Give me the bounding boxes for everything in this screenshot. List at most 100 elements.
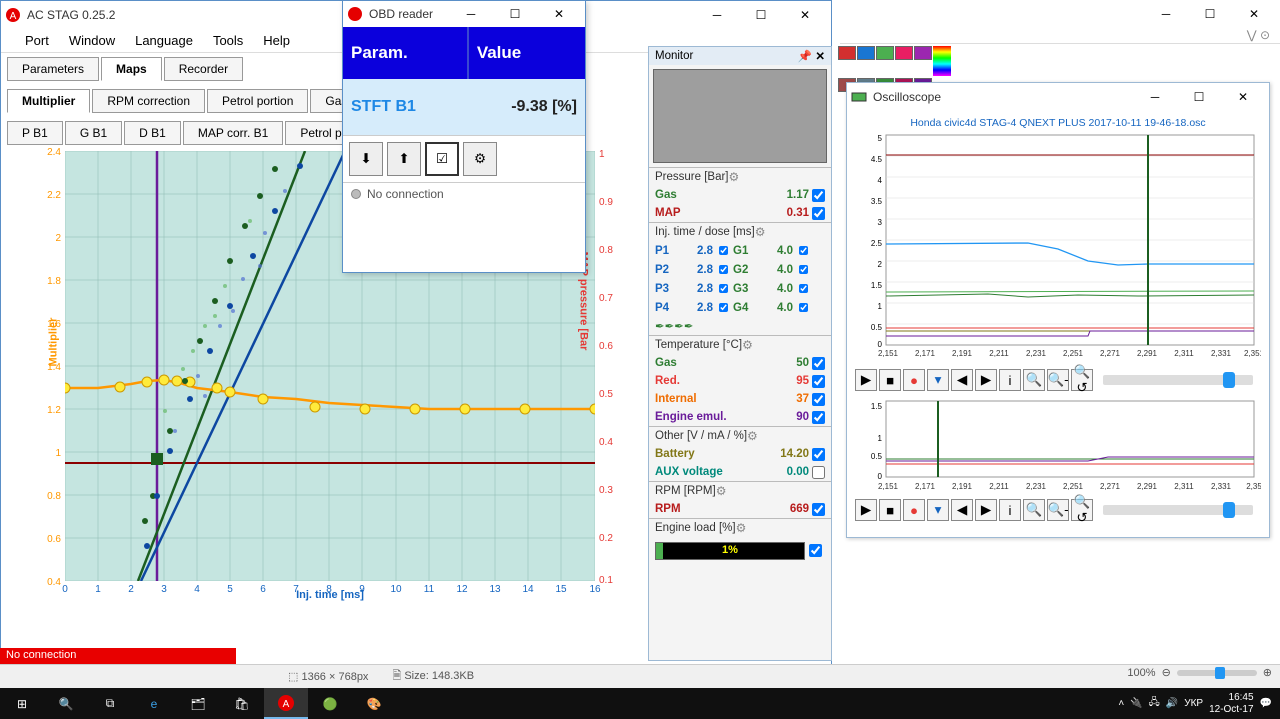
g2-check[interactable]: [799, 263, 808, 276]
gear-icon[interactable]: ⚙: [747, 429, 758, 443]
p2-check[interactable]: [719, 263, 728, 276]
g4-check[interactable]: [799, 301, 808, 314]
flag-icon[interactable]: ▾: [927, 499, 949, 521]
osc-slider-1[interactable]: [1103, 375, 1253, 385]
menu-window[interactable]: Window: [69, 33, 115, 48]
subtab-multiplier[interactable]: Multiplier: [7, 89, 90, 113]
main-max-icon[interactable]: ☐: [739, 1, 783, 29]
zoom-in-button[interactable]: ⊕: [1263, 666, 1272, 679]
start-button[interactable]: ⊞: [0, 688, 44, 719]
tab-recorder[interactable]: Recorder: [164, 57, 243, 81]
edge-icon[interactable]: e: [132, 688, 176, 719]
next-icon[interactable]: ▶: [975, 369, 997, 391]
menu-help[interactable]: Help: [263, 33, 290, 48]
subtab2-gb1[interactable]: G B1: [65, 121, 122, 145]
gear-icon[interactable]: ⚙: [729, 170, 740, 184]
paint-icon[interactable]: 🎨: [352, 688, 396, 719]
g3-check[interactable]: [799, 282, 808, 295]
taskview-icon[interactable]: ⧉: [88, 688, 132, 719]
tab-maps[interactable]: Maps: [101, 57, 162, 81]
tray-power-icon[interactable]: 🔌: [1130, 698, 1142, 709]
tray-up-icon[interactable]: ˄: [1118, 698, 1124, 709]
zoom-control[interactable]: 100% ⊖ ⊕: [1127, 666, 1272, 679]
tab-parameters[interactable]: Parameters: [7, 57, 99, 81]
info-icon[interactable]: i: [999, 369, 1021, 391]
prev-icon[interactable]: ◀: [951, 499, 973, 521]
osc-max-icon[interactable]: ☐: [1177, 83, 1221, 111]
store-icon[interactable]: 🛍: [220, 688, 264, 719]
pin-icon[interactable]: 📌: [798, 49, 812, 63]
osc-slider-2[interactable]: [1103, 505, 1253, 515]
play-icon[interactable]: ▶: [855, 369, 877, 391]
aux-check[interactable]: [812, 466, 825, 479]
subtab2-mapcorr[interactable]: MAP corr. B1: [183, 121, 283, 145]
bg-max[interactable]: ☐: [1188, 0, 1232, 28]
zoom-reset-icon[interactable]: 🔍↺: [1071, 499, 1093, 521]
swatch[interactable]: [838, 46, 856, 60]
stop-icon[interactable]: ■: [879, 369, 901, 391]
obd-check-icon[interactable]: ☑: [425, 142, 459, 176]
subtab2-pb1[interactable]: P B1: [7, 121, 63, 145]
obd-max-icon[interactable]: ☐: [493, 0, 537, 28]
gear-icon[interactable]: ⚙: [755, 225, 766, 239]
tint-check[interactable]: [812, 393, 825, 406]
search-icon[interactable]: 🔍: [44, 688, 88, 719]
play-icon[interactable]: ▶: [855, 499, 877, 521]
acstag-icon[interactable]: A: [264, 688, 308, 719]
swatch[interactable]: [895, 46, 913, 60]
obd-min-icon[interactable]: ─: [449, 0, 493, 28]
tred-check[interactable]: [812, 375, 825, 388]
load-check[interactable]: [809, 544, 822, 557]
tgas-check[interactable]: [812, 357, 825, 370]
teng-check[interactable]: [812, 411, 825, 424]
p4-check[interactable]: [719, 301, 728, 314]
explorer-icon[interactable]: 🗂: [176, 688, 220, 719]
gear-icon[interactable]: ⚙: [736, 521, 747, 535]
bg-min[interactable]: ─: [1144, 0, 1188, 28]
record-icon[interactable]: ●: [903, 499, 925, 521]
obd-row[interactable]: STFT B1 -9.38 [%]: [343, 79, 585, 135]
chrome-icon[interactable]: 🟢: [308, 688, 352, 719]
g1-check[interactable]: [799, 244, 808, 257]
obd-up-icon[interactable]: ⬆: [387, 142, 421, 176]
rpm-check[interactable]: [812, 503, 825, 516]
menu-tools[interactable]: Tools: [213, 33, 243, 48]
osc-min-icon[interactable]: ─: [1133, 83, 1177, 111]
swatch[interactable]: [876, 46, 894, 60]
main-close-icon[interactable]: ✕: [783, 1, 827, 29]
prev-icon[interactable]: ◀: [951, 369, 973, 391]
zoom-out-icon[interactable]: 🔍-: [1047, 499, 1069, 521]
bat-check[interactable]: [812, 448, 825, 461]
monitor-close-icon[interactable]: ✕: [815, 49, 825, 63]
tray-clock[interactable]: 16:45 12-Oct-17: [1209, 692, 1253, 716]
next-icon[interactable]: ▶: [975, 499, 997, 521]
tray-sound-icon[interactable]: 🔊: [1166, 698, 1178, 709]
obd-gear-icon[interactable]: ⚙: [463, 142, 497, 176]
main-min-icon[interactable]: ─: [695, 1, 739, 29]
zoom-reset-icon[interactable]: 🔍↺: [1071, 369, 1093, 391]
flag-icon[interactable]: ▾: [927, 369, 949, 391]
p1-check[interactable]: [719, 244, 728, 257]
gas-check[interactable]: [812, 189, 825, 202]
swatch[interactable]: [914, 46, 932, 60]
gear-icon[interactable]: ⚙: [716, 484, 727, 498]
map-check[interactable]: [812, 207, 825, 220]
zoom-icon[interactable]: 🔍: [1023, 369, 1045, 391]
subtab-rpm[interactable]: RPM correction: [92, 89, 205, 113]
tray-notif-icon[interactable]: 💬: [1260, 698, 1272, 709]
bg-close[interactable]: ✕: [1232, 0, 1276, 28]
rainbow-swatch[interactable]: [933, 46, 951, 76]
menu-language[interactable]: Language: [135, 33, 193, 48]
p3-check[interactable]: [719, 282, 728, 295]
zoom-out-icon[interactable]: 🔍-: [1047, 369, 1069, 391]
zoom-icon[interactable]: 🔍: [1023, 499, 1045, 521]
subtab2-db1[interactable]: D B1: [124, 121, 181, 145]
zoom-out-button[interactable]: ⊖: [1162, 666, 1171, 679]
info-icon[interactable]: i: [999, 499, 1021, 521]
stop-icon[interactable]: ■: [879, 499, 901, 521]
tray-network-icon[interactable]: 🖧: [1149, 695, 1160, 712]
subtab-petrol[interactable]: Petrol portion: [207, 89, 308, 113]
menu-port[interactable]: Port: [25, 33, 49, 48]
tray-lang[interactable]: УКР: [1184, 698, 1203, 709]
record-icon[interactable]: ●: [903, 369, 925, 391]
